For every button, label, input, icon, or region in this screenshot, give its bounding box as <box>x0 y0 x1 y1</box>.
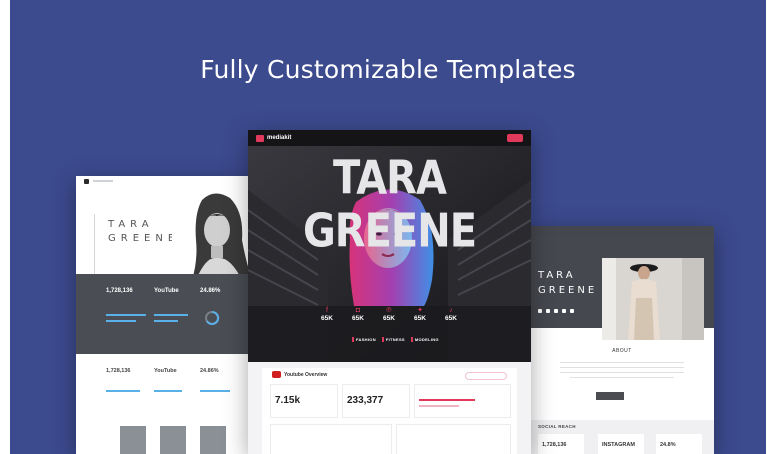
social-icon[interactable] <box>554 309 558 313</box>
instagram-icon: ◘ <box>355 307 361 314</box>
left-hero: TARA GREENE <box>76 186 258 282</box>
stat-value: 1,728,136 <box>106 368 131 374</box>
follower-count: 65K <box>414 315 426 322</box>
engagement-bar <box>419 399 475 401</box>
twitter-icon: ✦ <box>417 307 423 314</box>
progress-bar <box>106 314 146 316</box>
social-stat[interactable]: ℗ 65K <box>378 306 400 322</box>
subscribers-card: 7.15k <box>270 384 338 418</box>
tiktok-icon: ♪ <box>449 307 453 314</box>
section-title: SOCIAL REACH <box>538 424 576 429</box>
tag-fitness: FITNESS <box>381 337 405 342</box>
category-tags: FASHION FITNESS MODELING <box>352 337 439 342</box>
social-stat[interactable]: f 65K <box>316 306 338 322</box>
contact-button[interactable] <box>507 134 523 142</box>
contact-button[interactable] <box>596 392 624 400</box>
views-value: 233,377 <box>347 395 384 406</box>
youtube-overview-panel: Youtube Overview 7.15k 233,377 <box>262 368 517 454</box>
left-name-line1: TARA <box>108 219 154 230</box>
logo-text: mediakit <box>267 135 292 141</box>
template-preview-center[interactable]: TARA GREENE mediakit f 65K ◘ 65K ℗ 65K ✦… <box>248 130 531 454</box>
stat-value: 1,728,136 <box>106 288 133 294</box>
follower-count: 65K <box>445 315 457 322</box>
text-line <box>560 367 684 368</box>
social-stat[interactable]: ♪ 65K <box>440 306 462 322</box>
center-topbar: mediakit <box>248 130 531 146</box>
right-name-line1: TARA <box>538 270 576 281</box>
photo-thumbnail <box>200 426 226 454</box>
progress-bar <box>200 390 230 392</box>
stat-value: 24.86% <box>200 368 219 374</box>
social-icon[interactable] <box>538 309 542 313</box>
social-stat[interactable]: ◘ 65K <box>347 306 369 322</box>
views-card: 233,377 <box>342 384 410 418</box>
follower-count: 65K <box>321 315 333 322</box>
social-icon[interactable] <box>562 309 566 313</box>
engagement-bar <box>419 405 459 407</box>
social-icon[interactable] <box>546 309 550 313</box>
stat-tile: 24.8% <box>656 434 702 454</box>
center-hero: TARA GREENE mediakit f 65K ◘ 65K ℗ 65K ✦… <box>248 130 531 362</box>
logo-icon <box>256 134 264 142</box>
stat-value: 1,728,136 <box>542 442 567 448</box>
chart-card <box>270 424 392 454</box>
hero-name: TARA GREENE <box>302 152 477 258</box>
left-stats-dark: 1,728,136 YouTube 24.86% <box>76 274 258 354</box>
left-stats-light: 1,728,136 YouTube 24.86% <box>76 358 258 454</box>
filter-pill[interactable] <box>465 372 507 380</box>
divider <box>94 214 95 274</box>
social-stat[interactable]: ✦ 65K <box>409 306 431 322</box>
right-name-line2: GREENE <box>538 285 598 296</box>
panel-title: Youtube Overview <box>284 372 328 378</box>
fashion-photo <box>602 258 704 340</box>
stat-value: YouTube <box>154 288 179 294</box>
follower-count: 65K <box>352 315 364 322</box>
progress-bar <box>154 314 188 316</box>
chart-card <box>396 424 511 454</box>
stat-tile: INSTAGRAM <box>598 434 644 454</box>
progress-bar <box>154 320 178 322</box>
follower-count: 65K <box>383 315 395 322</box>
about-heading: ABOUT <box>612 348 632 354</box>
progress-bar <box>106 390 140 392</box>
logo-icon <box>84 178 89 184</box>
stat-tile: 1,728,136 <box>538 434 584 454</box>
portrait-image <box>172 190 256 280</box>
youtube-icon <box>272 371 281 378</box>
stat-value: 24.8% <box>660 442 676 448</box>
text-line <box>560 362 684 363</box>
social-reach-section: SOCIAL REACH 1,728,136 INSTAGRAM 24.8% <box>530 420 714 454</box>
progress-bar <box>106 320 136 322</box>
left-name-line2: GREENE <box>108 233 180 244</box>
pinterest-icon: ℗ <box>386 307 392 314</box>
stat-value: YouTube <box>154 368 177 374</box>
stat-value: 24.86% <box>200 288 221 294</box>
text-line <box>560 372 684 373</box>
subscribers-value: 7.15k <box>275 395 301 406</box>
engagement-card <box>414 384 511 418</box>
left-name: TARA GREENE <box>108 218 179 246</box>
left-nav <box>76 176 258 186</box>
stat-value: INSTAGRAM <box>602 442 635 448</box>
template-preview-right[interactable]: TARA GREENE ABOUT SOCIAL REACH 1,728,136… <box>530 226 714 454</box>
template-preview-left[interactable]: TARA GREENE 1,728,136 YouTube 24.86% 1,7… <box>76 176 258 454</box>
right-name: TARA GREENE <box>538 268 597 298</box>
right-social-icons <box>538 309 574 313</box>
text-line <box>570 377 674 378</box>
nav-line <box>93 180 113 182</box>
photo-thumbnail <box>120 426 146 454</box>
tag-modeling: MODELING <box>410 337 439 342</box>
headline: Fully Customizable Templates <box>200 55 576 84</box>
facebook-icon: f <box>326 307 328 314</box>
progress-bar <box>154 390 182 392</box>
right-topbar <box>530 226 714 236</box>
photo-thumbnail <box>160 426 186 454</box>
promo-banner: Fully Customizable Templates TARA GREENE… <box>10 0 766 454</box>
social-icon[interactable] <box>570 309 574 313</box>
tag-fashion: FASHION <box>352 337 376 342</box>
donut-chart-icon <box>205 310 220 325</box>
